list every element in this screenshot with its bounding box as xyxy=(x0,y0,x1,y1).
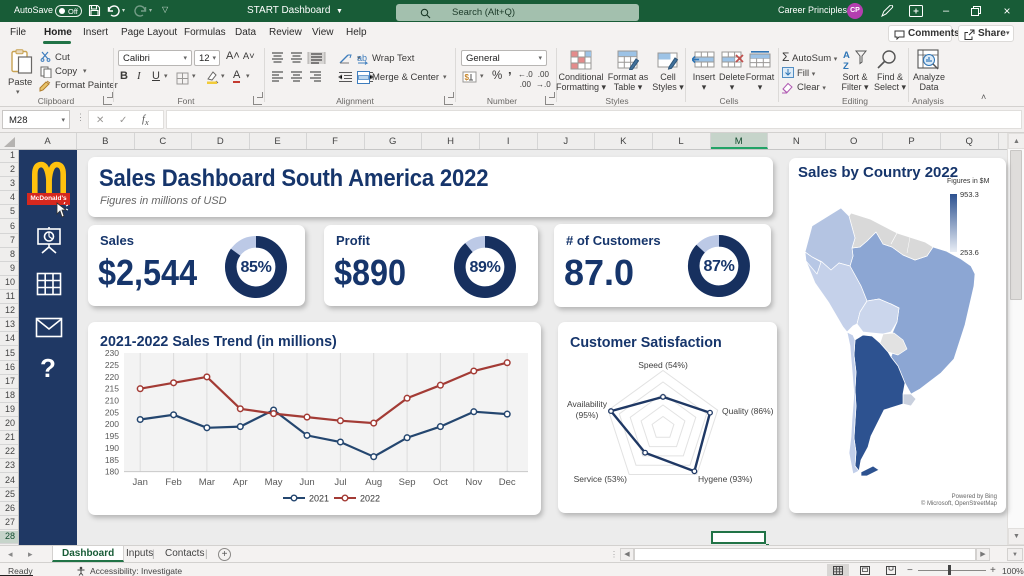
svg-text:2022: 2022 xyxy=(360,494,380,504)
svg-text:230: 230 xyxy=(105,348,119,358)
svg-text:2021-2022 Sales Trend (in mill: 2021-2022 Sales Trend (in millions) xyxy=(100,334,337,350)
svg-text:2021: 2021 xyxy=(309,494,329,504)
svg-text:Quality (86%): Quality (86%) xyxy=(722,406,774,416)
svg-text:Nov: Nov xyxy=(465,477,482,488)
svg-text:Feb: Feb xyxy=(165,477,181,488)
svg-text:Jan: Jan xyxy=(133,477,148,488)
svg-text:195: 195 xyxy=(105,431,119,441)
svg-text:225: 225 xyxy=(105,360,119,370)
svg-text:Customer Satisfaction: Customer Satisfaction xyxy=(570,335,722,351)
svg-text:Hygene (93%): Hygene (93%) xyxy=(698,474,753,484)
svg-text:200: 200 xyxy=(105,419,119,429)
svg-text:205: 205 xyxy=(105,407,119,417)
svg-text:Aug: Aug xyxy=(365,477,382,488)
svg-text:210: 210 xyxy=(105,396,119,406)
svg-text:Z: Z xyxy=(843,61,849,71)
svg-text:Jul: Jul xyxy=(334,477,346,488)
svg-text:Service (53%): Service (53%) xyxy=(574,474,628,484)
svg-text:A: A xyxy=(843,50,850,61)
svg-text:190: 190 xyxy=(105,443,119,453)
svg-text:Availability: Availability xyxy=(567,399,608,409)
svg-text:220: 220 xyxy=(105,372,119,382)
svg-text:$: $ xyxy=(465,73,470,82)
svg-text:Jun: Jun xyxy=(299,477,314,488)
svg-text:185: 185 xyxy=(105,455,119,465)
svg-text:Apr: Apr xyxy=(233,477,248,488)
svg-text:Oct: Oct xyxy=(433,477,448,488)
svg-text:Mar: Mar xyxy=(199,477,215,488)
svg-text:Dec: Dec xyxy=(499,477,516,488)
svg-text:Sep: Sep xyxy=(399,477,416,488)
svg-text:180: 180 xyxy=(105,467,119,477)
svg-text:May: May xyxy=(265,477,283,488)
svg-text:215: 215 xyxy=(105,384,119,394)
svg-text:Speed (54%): Speed (54%) xyxy=(638,360,688,370)
svg-text:(95%): (95%) xyxy=(576,410,599,420)
